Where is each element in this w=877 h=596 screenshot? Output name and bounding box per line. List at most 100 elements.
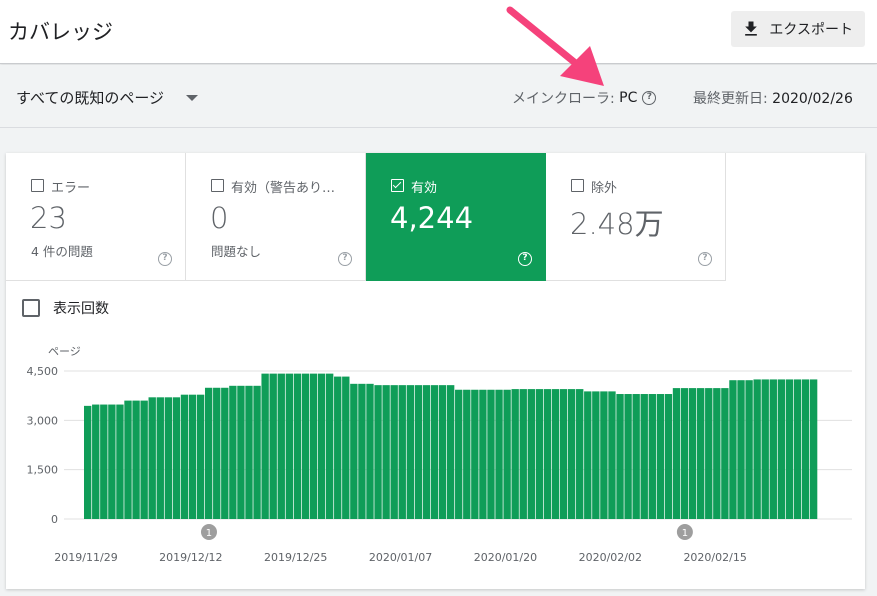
bar[interactable] — [221, 387, 229, 519]
bar[interactable] — [390, 385, 398, 519]
bar[interactable] — [455, 389, 463, 519]
bar[interactable] — [680, 388, 689, 519]
bar[interactable] — [640, 394, 648, 519]
tile-error[interactable]: エラー 23 4 件の問題 ? — [6, 153, 186, 281]
bar[interactable] — [519, 389, 527, 519]
bar[interactable] — [213, 387, 221, 519]
bar[interactable] — [438, 385, 447, 519]
bar[interactable] — [293, 373, 302, 519]
bar[interactable] — [325, 373, 334, 519]
bar[interactable] — [188, 394, 197, 519]
bar[interactable] — [124, 400, 132, 519]
bar[interactable] — [503, 389, 511, 519]
bar[interactable] — [334, 376, 342, 519]
bar[interactable] — [487, 389, 495, 519]
bar[interactable] — [608, 391, 616, 519]
bar[interactable] — [761, 379, 769, 519]
bar[interactable] — [196, 394, 205, 519]
bar[interactable] — [624, 394, 632, 519]
bar[interactable] — [632, 394, 640, 519]
tile-excluded[interactable]: 除外 2.48万 ? — [546, 153, 726, 281]
bar[interactable] — [463, 389, 471, 519]
bar[interactable] — [350, 383, 358, 519]
tile-valid[interactable]: 有効 4,244 ? — [366, 153, 546, 281]
impressions-toggle[interactable]: 表示回数 — [22, 298, 109, 318]
help-icon[interactable]: ? — [158, 252, 172, 266]
bar[interactable] — [261, 373, 269, 519]
bar[interactable] — [446, 385, 455, 519]
bar[interactable] — [84, 405, 92, 519]
bar[interactable] — [809, 379, 818, 519]
bar[interactable] — [164, 397, 173, 519]
bar[interactable] — [793, 379, 802, 519]
bar[interactable] — [697, 388, 705, 519]
bar[interactable] — [342, 376, 350, 519]
bar[interactable] — [785, 379, 794, 519]
bar[interactable] — [277, 373, 285, 519]
bar[interactable] — [422, 385, 431, 519]
bar[interactable] — [688, 388, 697, 519]
bar[interactable] — [559, 389, 568, 519]
bar[interactable] — [398, 385, 406, 519]
help-icon[interactable]: ? — [338, 252, 352, 266]
bar[interactable] — [92, 404, 100, 519]
bar[interactable] — [406, 385, 415, 519]
export-button[interactable]: エクスポート — [731, 11, 865, 47]
bar[interactable] — [721, 388, 729, 519]
bar[interactable] — [600, 391, 608, 519]
bar[interactable] — [309, 373, 318, 519]
bar[interactable] — [576, 389, 584, 519]
bar[interactable] — [729, 380, 737, 519]
help-icon[interactable]: ? — [518, 252, 532, 266]
bar[interactable] — [204, 387, 213, 519]
bar[interactable] — [495, 389, 503, 519]
bar[interactable] — [229, 385, 237, 519]
bar[interactable] — [285, 373, 294, 519]
bar[interactable] — [269, 373, 277, 519]
bar[interactable] — [366, 383, 374, 519]
bar[interactable] — [374, 385, 382, 519]
bar[interactable] — [116, 404, 124, 519]
bar[interactable] — [527, 389, 535, 519]
bar[interactable] — [672, 388, 681, 519]
bar[interactable] — [172, 397, 181, 519]
bar[interactable] — [753, 379, 761, 519]
help-icon[interactable]: ? — [642, 91, 657, 105]
bar[interactable] — [140, 400, 148, 519]
bar[interactable] — [253, 385, 261, 519]
page-filter-dropdown[interactable]: すべての既知のページ — [16, 87, 199, 108]
bar[interactable] — [535, 389, 544, 519]
bar[interactable] — [511, 389, 519, 519]
bar[interactable] — [769, 379, 777, 519]
bar[interactable] — [737, 380, 745, 519]
bar[interactable] — [479, 389, 487, 519]
bar[interactable] — [108, 404, 116, 519]
annotation-marker[interactable]: 1 — [200, 524, 217, 540]
bar[interactable] — [237, 385, 245, 519]
bar[interactable] — [180, 394, 189, 519]
bar[interactable] — [543, 389, 552, 519]
bar[interactable] — [551, 389, 560, 519]
bar[interactable] — [382, 385, 390, 519]
help-icon[interactable]: ? — [698, 252, 712, 266]
bar[interactable] — [100, 404, 108, 519]
bar[interactable] — [584, 391, 592, 519]
bar[interactable] — [656, 394, 665, 519]
bar[interactable] — [648, 394, 656, 519]
bar[interactable] — [148, 397, 156, 519]
annotation-marker[interactable]: 1 — [676, 524, 693, 540]
tile-valid-warning[interactable]: 有効（警告あり… 0 問題なし ? — [186, 153, 366, 281]
bar[interactable] — [705, 388, 713, 519]
bar[interactable] — [801, 379, 810, 519]
bar[interactable] — [567, 389, 576, 519]
bar[interactable] — [745, 380, 753, 519]
bar[interactable] — [592, 391, 600, 519]
bar[interactable] — [317, 373, 326, 519]
bar[interactable] — [430, 385, 439, 519]
bar[interactable] — [245, 385, 253, 519]
bar[interactable] — [414, 385, 423, 519]
bar[interactable] — [664, 394, 673, 519]
bar[interactable] — [616, 394, 624, 519]
bar[interactable] — [301, 373, 310, 519]
bar[interactable] — [156, 397, 164, 519]
